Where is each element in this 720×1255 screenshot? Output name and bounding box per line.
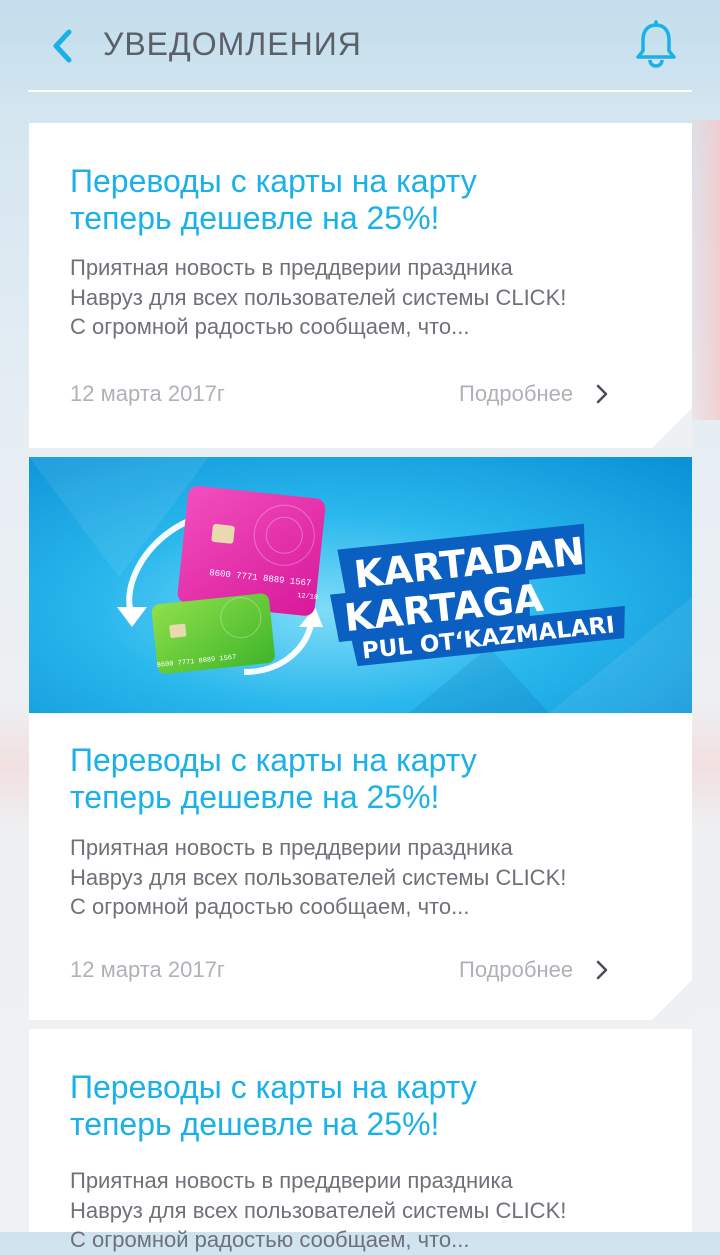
chevron-right-icon [595,383,609,405]
notification-date: 12 марта 2017г [70,957,225,982]
notification-date: 12 марта 2017г [70,381,225,406]
notification-title: Переводы с карты на карту теперь дешевле… [70,742,477,815]
chevron-right-icon [595,959,609,981]
notification-title: Переводы с карты на карту теперь дешевле… [70,163,477,236]
bell-icon [636,20,676,68]
notifications-button[interactable] [628,16,684,72]
banner-illustration: 8600 7771 8889 1567 12/18 8600 7771 8889… [29,457,692,713]
notification-card[interactable]: Переводы с карты на карту теперь дешевле… [29,123,692,448]
card-corner-fold [652,408,692,448]
notification-card[interactable]: 8600 7771 8889 1567 12/18 8600 7771 8889… [29,457,692,1020]
top-bar: УВЕДОМЛЕНИЯ [0,0,720,92]
promo-banner: 8600 7771 8889 1567 12/18 8600 7771 8889… [29,457,692,713]
page-title: УВЕДОМЛЕНИЯ [103,26,362,62]
more-label: Подробнее [459,381,574,406]
notification-text: Приятная новость в преддверии праздника … [70,255,567,339]
chevron-left-icon [53,29,72,63]
notification-card[interactable]: Переводы с карты на карту теперь дешевле… [29,1029,692,1252]
card-corner-fold [652,980,692,1020]
more-link[interactable]: Подробнее [459,957,609,983]
notification-text: Приятная новость в преддверии праздника … [70,835,567,919]
notification-text: Приятная новость в преддверии праздника … [70,1168,567,1252]
back-button[interactable] [40,24,84,68]
notification-title: Переводы с карты на карту теперь дешевле… [70,1069,477,1142]
more-link[interactable]: Подробнее [459,381,609,407]
header-divider [28,90,692,92]
more-label: Подробнее [459,957,574,982]
